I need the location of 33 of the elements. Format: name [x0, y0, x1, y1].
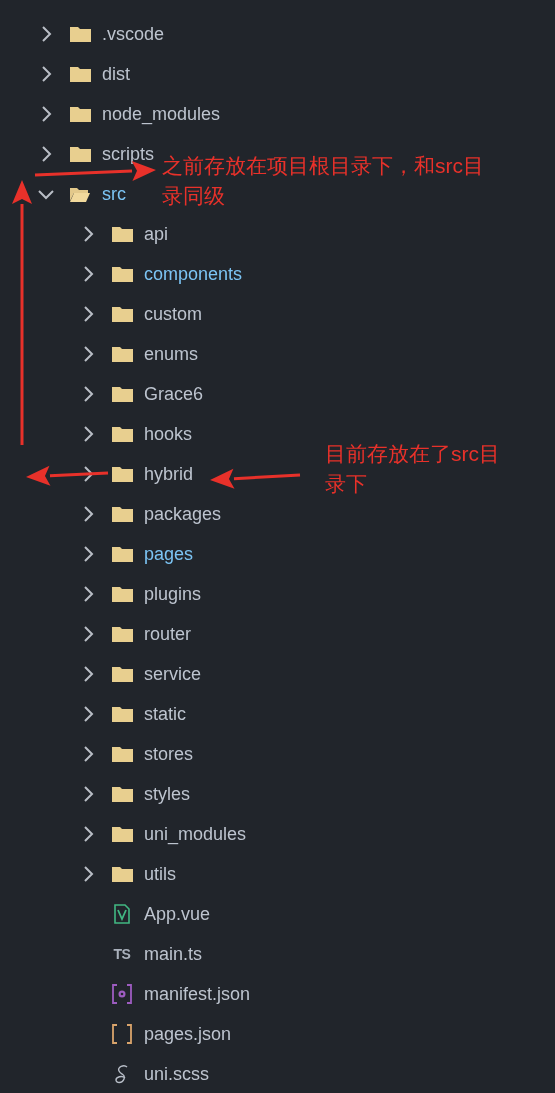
folder-name[interactable]: .vscode [102, 23, 165, 45]
folder-name[interactable]: src [102, 183, 126, 205]
file-name[interactable]: App.vue [144, 903, 211, 925]
folder-name[interactable]: router [144, 623, 192, 645]
vue-file-icon [114, 904, 130, 924]
folder-name[interactable]: hybrid [144, 463, 194, 485]
typescript-file-icon: TS [113, 946, 131, 962]
folder-name[interactable]: custom [144, 303, 203, 325]
file-name[interactable]: main.ts [144, 943, 203, 965]
annotation-text: 目前存放在了src目 录下 [325, 441, 500, 497]
folder-name[interactable]: Grace6 [144, 383, 204, 405]
folder-name[interactable]: dist [102, 63, 130, 85]
folder-name[interactable]: uni_modules [144, 823, 247, 845]
file-name[interactable]: pages.json [144, 1023, 232, 1045]
folder-name[interactable]: pages [144, 543, 194, 565]
folder-name[interactable]: scripts [102, 143, 154, 165]
gear-file-icon [112, 984, 132, 1004]
folder-name[interactable]: components [144, 263, 243, 285]
folder-name[interactable]: service [144, 663, 201, 685]
brackets-file-icon [112, 1024, 132, 1044]
folder-name[interactable]: hooks [144, 423, 193, 445]
folder-name[interactable]: styles [144, 783, 190, 805]
folder-name[interactable]: static [144, 703, 186, 725]
folder-name[interactable]: plugins [144, 583, 202, 605]
folder-name[interactable]: api [144, 223, 169, 245]
folder-name[interactable]: enums [144, 343, 199, 365]
annotation-text: 之前存放在项目根目录下，和src目 录同级 [162, 153, 484, 209]
file-name[interactable]: uni.scss [144, 1063, 210, 1085]
folder-name[interactable]: node_modules [102, 103, 221, 125]
folder-name[interactable]: utils [144, 863, 176, 885]
folder-name[interactable]: stores [144, 743, 194, 765]
file-name[interactable]: manifest.json [144, 983, 251, 1005]
folder-name[interactable]: packages [144, 503, 222, 525]
